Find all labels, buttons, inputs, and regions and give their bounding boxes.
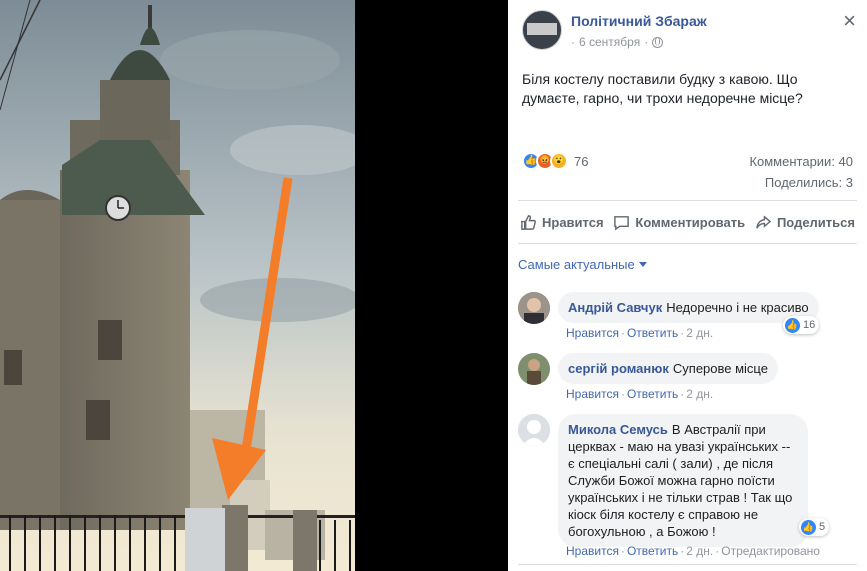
comment-sort-label: Самые актуальные: [518, 257, 635, 272]
post-separator-2: ·: [644, 35, 649, 49]
like-icon: 👍: [801, 519, 816, 535]
comment-bubble: Микола Семусь В Австралії при церквах - м…: [558, 414, 808, 547]
post-actions: Нравится Комментировать Поделиться: [518, 200, 857, 244]
comments-count-link[interactable]: Комментарии: 40: [749, 154, 853, 169]
comment-time[interactable]: 2 дн.: [686, 326, 713, 340]
post-stats: 👍 😡 😮 76 Комментарии: 40 Поделились: 3: [522, 150, 853, 190]
comment-like-link[interactable]: Нравится: [566, 544, 619, 558]
comment-actions: Нравится · Ответить · 2 дн. · Отредактировано: [566, 544, 820, 558]
comment-bubble: Андрій Савчук Недоречно і не красиво: [558, 292, 819, 323]
avatar[interactable]: [518, 353, 550, 385]
comment-icon: [614, 215, 630, 231]
comment-reactions[interactable]: 👍 5: [799, 518, 830, 536]
comment-text: В Австралії при церквах - маю на увазі у…: [568, 422, 793, 539]
post-header: Політичний Збараж · 6 сентября · ×: [522, 10, 862, 54]
avatar-photo: [518, 292, 550, 324]
close-icon[interactable]: ×: [843, 10, 856, 32]
comment-text: Недоречно і не красиво: [666, 300, 809, 315]
next-comment-divider: [518, 564, 857, 571]
comment-item: сергій романюк Суперове місце Нравится · От…: [518, 353, 858, 403]
comment-edited-label[interactable]: Отредактировано: [721, 544, 820, 558]
comment-text: Суперове місце: [672, 361, 768, 376]
post-date[interactable]: 6 сентября: [579, 35, 640, 49]
share-button-label: Поделиться: [776, 214, 855, 230]
comment-reply-link[interactable]: Ответить: [627, 544, 678, 558]
chevron-down-icon: [638, 262, 647, 267]
share-button[interactable]: Поделиться: [755, 214, 855, 231]
comment-like-link[interactable]: Нравится: [566, 326, 619, 340]
comment-time[interactable]: 2 дн.: [686, 544, 713, 558]
comment-sort-dropdown[interactable]: Самые актуальные: [518, 257, 647, 272]
comment-actions: Нравится · Ответить · 2 дн.: [566, 387, 714, 401]
share-icon: [756, 214, 772, 229]
page-avatar[interactable]: [522, 10, 562, 50]
comment-button-label: Комментировать: [635, 214, 746, 230]
avatar[interactable]: [518, 414, 550, 446]
comment-reactions[interactable]: 👍 16: [783, 316, 820, 334]
comment-author[interactable]: Андрій Савчук: [568, 300, 662, 315]
post-separator: ·: [571, 35, 575, 49]
church-photo-image: [0, 0, 355, 571]
avatar[interactable]: [518, 292, 550, 324]
wow-icon: 😮: [550, 152, 568, 170]
page-avatar-logo: [527, 23, 557, 35]
post-photo[interactable]: [0, 0, 355, 571]
comment-button[interactable]: Комментировать: [613, 214, 745, 231]
default-avatar-icon: [518, 414, 550, 446]
globe-icon[interactable]: [652, 36, 664, 48]
photo-viewer-backdrop: [355, 0, 508, 571]
comment-reply-link[interactable]: Ответить: [627, 387, 678, 401]
comment-actions: Нравится · Ответить · 2 дн.: [566, 326, 714, 340]
reactions-count: 76: [574, 153, 589, 169]
comment-bubble: сергій романюк Суперове місце: [558, 353, 778, 384]
like-icon: 👍: [785, 317, 800, 333]
post-meta: · 6 сентября ·: [571, 35, 664, 49]
comment-reaction-count: 5: [819, 521, 826, 533]
comment-item: Андрій Савчук Недоречно і не красиво 👍 16…: [518, 292, 858, 342]
comment-item: Микола Семусь В Австралії при церквах - м…: [518, 414, 858, 559]
like-button-label: Нравится: [542, 214, 604, 230]
thumbs-up-icon: [521, 214, 536, 230]
comment-reply-link[interactable]: Ответить: [627, 326, 678, 340]
shares-count-link[interactable]: Поделились: 3: [765, 175, 853, 190]
post-panel: Політичний Збараж · 6 сентября · × Біля …: [508, 0, 867, 571]
reactions-summary[interactable]: 👍 😡 😮 76: [522, 152, 588, 170]
comment-reaction-count: 16: [803, 319, 816, 331]
like-button[interactable]: Нравится: [520, 214, 604, 231]
page-name-link[interactable]: Політичний Збараж: [571, 13, 707, 29]
post-text: Біля костелу поставили будку з кавою. Що…: [522, 71, 803, 106]
avatar-photo: [518, 353, 550, 385]
comment-time[interactable]: 2 дн.: [686, 387, 713, 401]
comment-like-link[interactable]: Нравится: [566, 387, 619, 401]
comment-author[interactable]: Микола Семусь: [568, 422, 668, 437]
comment-author[interactable]: сергій романюк: [568, 361, 669, 376]
